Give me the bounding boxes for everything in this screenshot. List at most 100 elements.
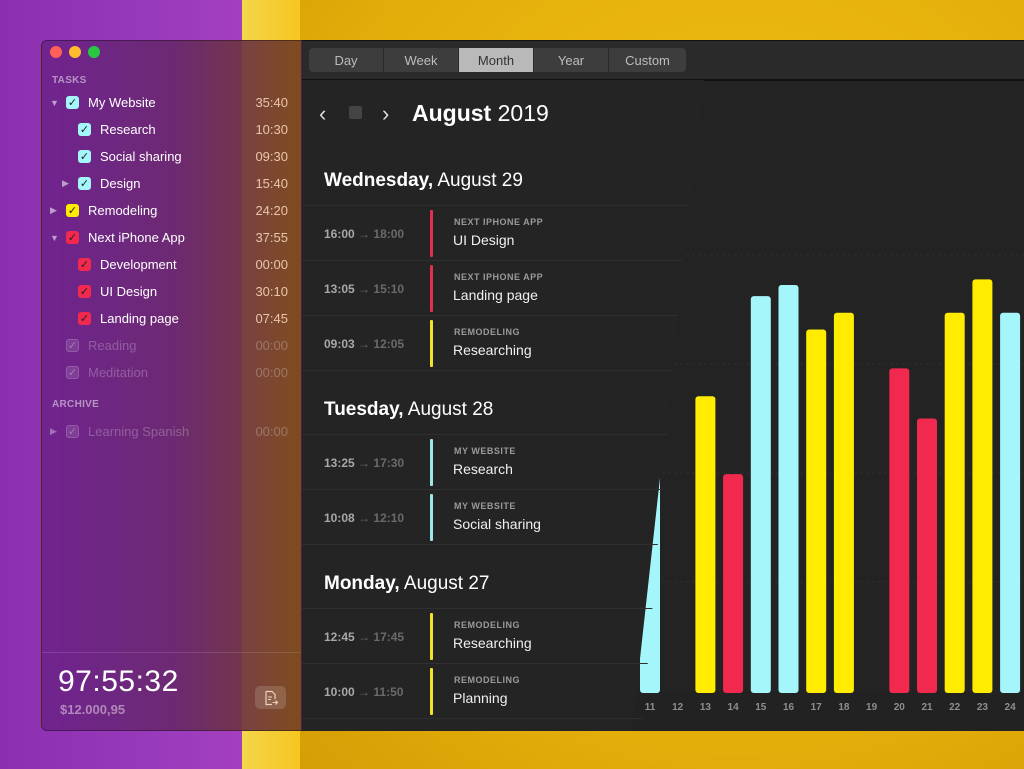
- bar-day-18[interactable]: [833, 312, 854, 693]
- entry-task: Research: [453, 461, 513, 477]
- disclosure-collapsed-icon[interactable]: ▶: [50, 205, 60, 216]
- time-entry[interactable]: 16:00 → 18:00 NEXT IPHONE APP UI Design: [302, 205, 692, 260]
- disclosure-collapsed-icon[interactable]: ▶: [50, 426, 60, 437]
- entry-start: 09:03: [324, 337, 355, 351]
- x-tick-label: 14: [728, 702, 740, 713]
- task-row[interactable]: ✓ Development 00:00: [42, 251, 301, 278]
- task-checkbox[interactable]: ✓: [66, 425, 79, 438]
- time-entry[interactable]: 13:05 → 15:10 NEXT IPHONE APP Landing page: [302, 260, 692, 315]
- sidebar-footer: 97:55:32 $12.000,95: [42, 652, 301, 730]
- close-window-button[interactable]: [50, 46, 62, 58]
- task-row[interactable]: ▶ ✓ Design 15:40: [42, 170, 301, 197]
- entry-end: 17:30: [373, 456, 405, 470]
- project-color-bar: [430, 494, 433, 541]
- month-name: August: [412, 100, 492, 126]
- x-tick-label: 24: [1005, 702, 1017, 713]
- bar-day-13[interactable]: [695, 396, 716, 693]
- entry-task: Social sharing: [453, 516, 541, 532]
- time-entry[interactable]: 10:00 → 11:50 REMODELING Planning: [302, 663, 692, 718]
- time-entry[interactable]: 12:45 → 17:45 REMODELING Researching: [302, 608, 692, 663]
- minimize-window-button[interactable]: [69, 46, 81, 58]
- disclosure-expanded-icon[interactable]: ▼: [50, 233, 60, 243]
- entry-start: 13:25: [324, 456, 355, 470]
- time-entry[interactable]: 10:08 → 12:10 MY WEBSITE Social sharing: [302, 489, 692, 544]
- bar-day-21[interactable]: [917, 418, 937, 693]
- entry-start: 10:08: [324, 511, 355, 525]
- tab-day[interactable]: Day: [309, 48, 384, 72]
- x-tick-label: 11: [645, 702, 656, 713]
- range-segmented-control: Day Week Month Year Custom: [309, 48, 686, 72]
- task-checkbox[interactable]: ✓: [66, 96, 79, 109]
- task-name: My Website: [88, 95, 156, 110]
- task-checkbox[interactable]: ✓: [78, 258, 91, 271]
- entry-project: MY WEBSITE: [454, 501, 516, 511]
- task-name: Research: [100, 122, 156, 137]
- task-row[interactable]: ✓ Meditation 00:00: [42, 359, 301, 386]
- disclosure-expanded-icon[interactable]: ▼: [50, 98, 60, 108]
- month-title: August 2019: [412, 100, 549, 127]
- task-time: 00:00: [255, 338, 288, 353]
- window-controls: [50, 46, 100, 58]
- bar-day-17[interactable]: [806, 329, 827, 693]
- time-entry[interactable]: 13:25 → 17:30 MY WEBSITE Research: [302, 434, 692, 489]
- task-checkbox[interactable]: ✓: [78, 177, 91, 190]
- task-time: 24:20: [255, 203, 288, 218]
- task-row[interactable]: ✓ Landing page 07:45: [42, 305, 301, 332]
- bar-day-23[interactable]: [972, 279, 993, 693]
- task-checkbox[interactable]: ✓: [66, 339, 79, 352]
- task-name: Social sharing: [100, 149, 182, 164]
- task-time: 00:00: [255, 424, 288, 439]
- next-month-button[interactable]: ›: [382, 101, 389, 127]
- task-checkbox[interactable]: ✓: [66, 366, 79, 379]
- task-row[interactable]: ✓ Reading 00:00: [42, 332, 301, 359]
- task-row[interactable]: ✓ UI Design 30:10: [42, 278, 301, 305]
- task-row[interactable]: ▶ ✓ Remodeling 24:20: [42, 197, 301, 224]
- bar-day-16[interactable]: [778, 284, 799, 693]
- task-name: Reading: [88, 338, 137, 353]
- task-time: 09:30: [255, 149, 288, 164]
- entry-separator: [302, 370, 692, 371]
- arrow-icon: →: [358, 630, 371, 644]
- task-time: 10:30: [255, 122, 288, 137]
- bar-day-14[interactable]: [723, 474, 744, 693]
- today-button[interactable]: [349, 106, 362, 119]
- entry-task: UI Design: [453, 232, 515, 248]
- day-header: Tuesday, August 28: [324, 399, 493, 421]
- task-checkbox[interactable]: ✓: [78, 285, 91, 298]
- tab-week[interactable]: Week: [384, 48, 459, 72]
- time-entry[interactable]: 09:03 → 12:05 REMODELING Researching: [302, 315, 692, 370]
- task-name: Meditation: [88, 365, 148, 380]
- tab-year[interactable]: Year: [534, 48, 609, 72]
- bar-day-22[interactable]: [944, 312, 965, 693]
- bar-day-20[interactable]: [889, 368, 910, 693]
- date: August 29: [437, 170, 523, 191]
- x-tick-label: 19: [866, 702, 878, 713]
- task-name: UI Design: [100, 284, 158, 299]
- task-checkbox[interactable]: ✓: [78, 123, 91, 136]
- previous-month-button[interactable]: ‹: [319, 101, 326, 127]
- tasks-sidebar: TASKS ▼ ✓ My Website 35:40 ✓ Research 10:30 ✓ So…: [41, 40, 302, 731]
- task-row[interactable]: ▼ ✓ My Website 35:40: [42, 89, 301, 116]
- tab-custom[interactable]: Custom: [609, 48, 686, 72]
- maximize-window-button[interactable]: [88, 46, 100, 58]
- bar-day-24[interactable]: [1000, 312, 1021, 693]
- toolbar: Day Week Month Year Custom: [302, 41, 1024, 80]
- task-row[interactable]: ✓ Social sharing 09:30: [42, 143, 301, 170]
- task-row[interactable]: ✓ Research 10:30: [42, 116, 301, 143]
- export-button[interactable]: [255, 686, 286, 709]
- tab-month[interactable]: Month: [459, 48, 534, 72]
- task-row[interactable]: ▶ ✓ Learning Spanish 00:00: [42, 418, 301, 445]
- task-checkbox[interactable]: ✓: [66, 204, 79, 217]
- disclosure-collapsed-icon[interactable]: ▶: [62, 178, 72, 189]
- entry-time-range: 12:45 → 17:45: [324, 630, 404, 644]
- entry-time-range: 10:00 → 11:50: [324, 685, 403, 699]
- task-checkbox[interactable]: ✓: [66, 231, 79, 244]
- task-checkbox[interactable]: ✓: [78, 150, 91, 163]
- task-checkbox[interactable]: ✓: [78, 312, 91, 325]
- entry-end: 18:00: [373, 227, 405, 241]
- entry-end: 17:45: [373, 630, 405, 644]
- bar-day-15[interactable]: [750, 296, 771, 693]
- entry-end: 11:50: [373, 685, 404, 699]
- task-row[interactable]: ▼ ✓ Next iPhone App 37:55: [42, 224, 301, 251]
- entry-time-range: 16:00 → 18:00: [324, 227, 404, 241]
